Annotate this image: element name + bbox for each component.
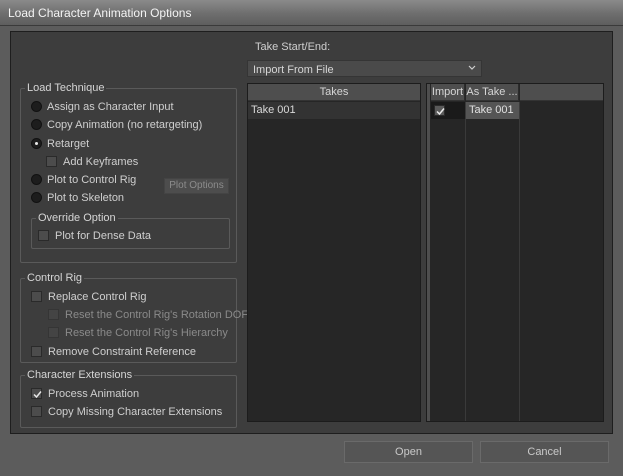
radio-plot-skeleton[interactable]	[31, 192, 42, 203]
checkbox-reset-rotation-dof[interactable]	[48, 309, 59, 320]
plot-options-button[interactable]: Plot Options	[164, 178, 229, 194]
reset-hierarchy-label: Reset the Control Rig's Hierarchy	[65, 327, 228, 339]
character-extensions-title: Character Extensions	[25, 369, 135, 381]
radio-plot-control-rig[interactable]	[31, 174, 42, 185]
open-button[interactable]: Open	[344, 441, 473, 463]
checkbox-add-keyframes[interactable]	[46, 156, 57, 167]
import-column-header[interactable]: Import	[431, 84, 465, 101]
radio-retarget[interactable]	[31, 138, 42, 149]
window-title: Load Character Animation Options	[8, 6, 192, 20]
cancel-button[interactable]: Cancel	[480, 441, 609, 463]
radio-copy-animation-label: Copy Animation (no retargeting)	[47, 119, 203, 131]
control-rig-title: Control Rig	[25, 272, 85, 284]
remove-constraint-label: Remove Constraint Reference	[48, 346, 196, 358]
checkmark-icon	[436, 108, 445, 116]
import-panel: Import As Take ... Take 001	[426, 83, 604, 422]
radio-assign-character-input[interactable]	[31, 101, 42, 112]
load-technique-title: Load Technique	[25, 82, 107, 94]
dialog-body: Take Start/End: Import From File Load Te…	[10, 31, 613, 434]
empty-column-header	[520, 84, 603, 101]
checkbox-process-animation[interactable]	[31, 388, 42, 399]
column-divider	[465, 102, 466, 421]
dialog-frame: Take Start/End: Import From File Load Te…	[0, 26, 623, 476]
panel-splitter[interactable]	[427, 84, 430, 421]
chevron-down-icon	[468, 65, 476, 70]
title-bar[interactable]: Load Character Animation Options	[0, 0, 623, 26]
checkbox-import-take[interactable]	[434, 105, 445, 116]
override-option-group: Override Option Plot for Dense Data	[31, 212, 230, 249]
take-start-end-value: Import From File	[253, 64, 334, 76]
load-technique-group: Load Technique Assign as Character Input…	[20, 82, 237, 263]
reset-rotation-dof-label: Reset the Control Rig's Rotation DOF	[65, 309, 249, 321]
checkbox-copy-missing-extensions[interactable]	[31, 406, 42, 417]
takes-column-header[interactable]: Takes	[248, 84, 420, 101]
import-cell[interactable]	[431, 102, 465, 119]
control-rig-group: Control Rig Replace Control Rig Reset th…	[20, 272, 248, 363]
radio-plot-control-rig-label: Plot to Control Rig	[47, 174, 137, 186]
copy-missing-extensions-label: Copy Missing Character Extensions	[48, 406, 223, 418]
checkbox-reset-hierarchy[interactable]	[48, 327, 59, 338]
radio-retarget-label: Retarget	[47, 138, 90, 150]
replace-control-rig-label: Replace Control Rig	[48, 291, 147, 303]
add-keyframes-label: Add Keyframes	[63, 156, 139, 168]
take-start-end-label: Take Start/End:	[255, 41, 331, 53]
checkbox-plot-dense-data[interactable]	[38, 230, 49, 241]
column-divider	[519, 102, 520, 421]
plot-dense-data-label: Plot for Dense Data	[55, 230, 151, 242]
as-take-cell[interactable]: Take 001	[466, 102, 519, 119]
override-option-title: Override Option	[36, 212, 118, 224]
take-start-end-dropdown[interactable]: Import From File	[247, 60, 482, 77]
as-take-column-header[interactable]: As Take ...	[466, 84, 519, 101]
take-row[interactable]: Take 001	[248, 102, 420, 119]
character-extensions-group: Character Extensions Process Animation C…	[20, 369, 237, 428]
checkbox-remove-constraint[interactable]	[31, 346, 42, 357]
takes-panel: Takes Take 001	[247, 83, 421, 422]
checkbox-replace-control-rig[interactable]	[31, 291, 42, 302]
process-animation-label: Process Animation	[48, 388, 140, 400]
radio-copy-animation[interactable]	[31, 119, 42, 130]
radio-plot-skeleton-label: Plot to Skeleton	[47, 192, 125, 204]
radio-assign-label: Assign as Character Input	[47, 101, 174, 113]
checkmark-icon	[33, 391, 42, 399]
